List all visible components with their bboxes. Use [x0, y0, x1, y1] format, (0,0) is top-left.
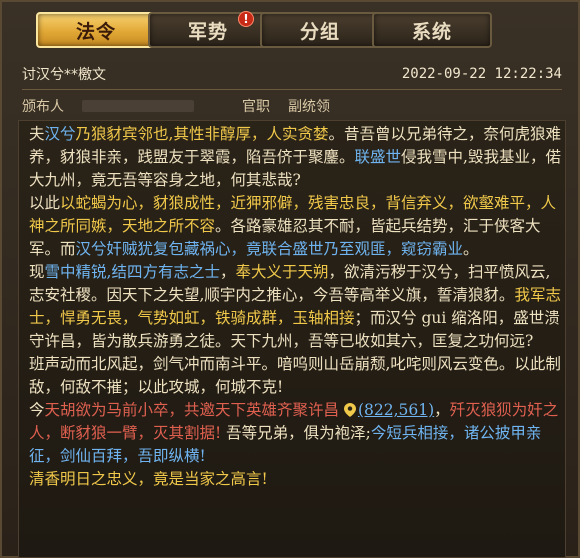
decree-text-run: 联盛世 [354, 148, 402, 166]
tab-bar: 法令 军势 ! 分组 系统 [16, 8, 576, 52]
decree-text: 夫汉兮乃狼豺宾邻也,其性非醇厚，人实贪婪。昔吾曾以兄弟待之，奈何虎狼难养，豺狼非… [29, 123, 561, 491]
decree-body-panel[interactable]: 夫汉兮乃狼豺宾邻也,其性非醇厚，人实贪婪。昔吾曾以兄弟待之，奈何虎狼难养，豺狼非… [18, 120, 566, 558]
decree-text-run: 奉大义于天朔 [235, 263, 329, 281]
decree-text-run: 今 [29, 401, 45, 419]
tab-system[interactable]: 系统 [372, 12, 492, 48]
tab-groups[interactable]: 分组 [260, 12, 380, 48]
decree-paragraph: 现雪中精锐,结四方有志之士，奉大义于天朔，欲清污秽于汉兮，扫平愤风云,志安社稷。… [29, 261, 561, 353]
decree-paragraph: 班声动而北风起，剑气冲而南斗平。喑呜则山岳崩颓,叱咤则风云变色。以此制敌，何敌不… [29, 353, 561, 399]
role-value: 副统领 [288, 99, 330, 115]
decree-text-run: 。 [463, 240, 479, 258]
role-label: 官职 [242, 99, 270, 115]
decree-text-run: 汉兮 [44, 125, 76, 143]
decree-text-run: 乃狼豺宾邻也,其性非醇厚，人实贪婪 [75, 125, 329, 143]
decree-paragraph: 今天胡欲为马前小卒，共邀天下英雄齐聚许昌 (822,561)，歼灭狼狈为奸之人，… [29, 399, 561, 468]
decree-text-run: 班声动而北风起，剑气冲而南斗平。喑呜则山岳崩颓,叱咤则风云变色。以此制敌，何敌不… [29, 355, 561, 396]
decree-text-run: 天胡欲为马前小卒，共邀天下英雄齐聚许昌 [44, 401, 340, 419]
decree-text-run: 雪中精锐,结四方有志之士 [44, 263, 220, 281]
issuer-name-redacted [82, 100, 194, 112]
decree-paragraph: 夫汉兮乃狼豺宾邻也,其性非醇厚，人实贪婪。昔吾曾以兄弟待之，奈何虎狼难养，豺狼非… [29, 123, 561, 192]
location-pin-icon [343, 403, 356, 417]
decree-text-run: 夫 [29, 125, 45, 143]
decree-text-run: ， [434, 401, 450, 419]
decree-paragraph: 清香明日之忠义，竟是当家之高言! [29, 468, 561, 491]
decree-text-run: 清香明日之忠义，竟是当家之高言! [29, 470, 268, 488]
decree-text-run: 现 [29, 263, 45, 281]
issuer-label: 颁布人 [22, 99, 64, 115]
tab-laws[interactable]: 法令 [36, 12, 156, 48]
decree-text-run: 以此 [29, 194, 61, 212]
decree-text-run: ， [219, 263, 236, 281]
decree-window: 法令 军势 ! 分组 系统 讨汉兮**檄文 2022-09-22 12:22:3… [0, 0, 580, 558]
decree-paragraph: 以此以蛇蝎为心，豺狼成性，近狎邪僻，残害忠良，背信弃义，欲壑难平，人神之所同嫉，… [29, 192, 561, 261]
decree-text-run: 汉兮奸贼犹复包藏祸心，竟联合盛世乃至观匪，窥窃霸业 [75, 240, 464, 258]
decree-meta: 颁布人 官职 副统领 [22, 92, 562, 120]
decree-title: 讨汉兮**檄文 [22, 66, 106, 83]
coordinate-link[interactable]: (822,561) [358, 401, 434, 419]
decree-header: 讨汉兮**檄文 2022-09-22 12:22:34 [22, 58, 562, 90]
decree-datetime: 2022-09-22 12:22:34 [401, 65, 562, 82]
alert-badge-icon: ! [238, 11, 254, 27]
decree-text-run: 吾等兄弟，俱为袍泽; [221, 424, 371, 442]
